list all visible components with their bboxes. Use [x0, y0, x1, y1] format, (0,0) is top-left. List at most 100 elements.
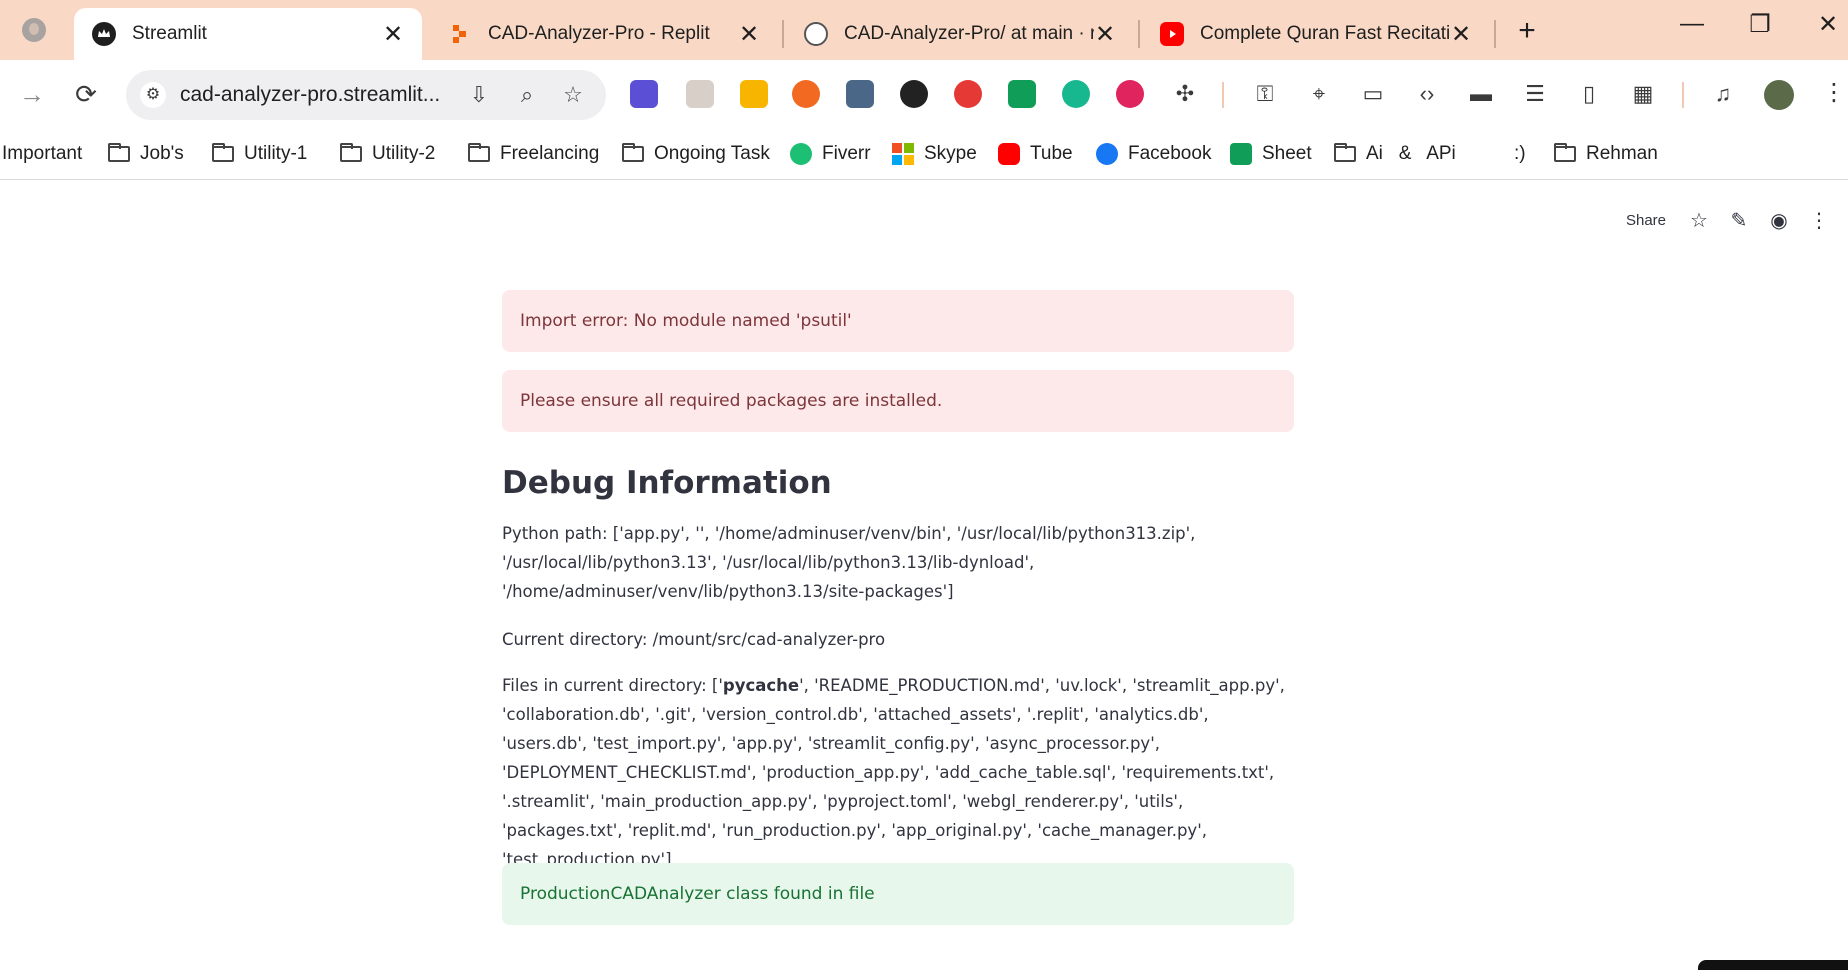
bookmark-folder-ai-api[interactable]: Ai & APi — [1334, 140, 1456, 168]
extension-icon[interactable] — [1116, 80, 1144, 108]
manage-app-bar[interactable] — [1698, 960, 1848, 970]
toolbar-separator — [1222, 82, 1224, 108]
minimize-button[interactable]: — — [1672, 10, 1712, 38]
new-tab-button[interactable]: + — [1510, 14, 1544, 48]
install-app-icon[interactable]: ⇩ — [464, 82, 494, 108]
tab-separator — [1138, 20, 1140, 48]
bookmark-folder-ongoing-task[interactable]: Ongoing Task — [622, 140, 770, 168]
bookmark-label: Important — [2, 143, 83, 164]
tab-streamlit[interactable]: Streamlit ✕ — [74, 8, 422, 60]
share-button[interactable]: Share — [1626, 212, 1666, 229]
bookmark-star-icon[interactable]: ☆ — [558, 82, 588, 108]
bookmark-label: :) — [1514, 143, 1526, 164]
star-icon[interactable]: ☆ — [1688, 208, 1710, 233]
replit-icon — [448, 22, 472, 46]
side-panel-icon[interactable]: ▦ — [1628, 80, 1658, 108]
folder-icon — [468, 143, 490, 162]
extension-icon[interactable] — [900, 80, 928, 108]
bookmark-folder-rehman[interactable]: Rehman — [1554, 140, 1658, 168]
tab-github[interactable]: CAD-Analyzer-Pro/ at main · rel ✕ — [786, 8, 1134, 60]
bookmark-smiley[interactable]: :) — [1514, 140, 1526, 168]
tab-strip: Streamlit ✕ CAD-Analyzer-Pro - Replit ✕ … — [0, 0, 1848, 60]
bookmarks-bar: Important Job's Utility-1 Utility-2 Free… — [0, 130, 1848, 180]
extensions-puzzle-icon[interactable]: ✣ — [1170, 80, 1200, 108]
close-tab-icon[interactable]: ✕ — [738, 20, 760, 49]
address-url[interactable]: cad-analyzer-pro.streamlit... — [180, 83, 440, 107]
streamlit-header: Share ☆ ✎ ◉ ⋮ — [1626, 205, 1848, 235]
facebook-icon — [1096, 143, 1118, 165]
bookmark-fiverr[interactable]: Fiverr — [790, 140, 871, 168]
reader-mode-icon[interactable]: ▯ — [1574, 80, 1604, 108]
youtube-icon — [998, 143, 1020, 165]
tab-separator — [782, 20, 784, 48]
edit-pencil-icon[interactable]: ✎ — [1728, 208, 1750, 233]
youtube-icon — [1160, 22, 1184, 46]
debug-heading: Debug Information — [502, 465, 832, 501]
close-tab-icon[interactable]: ✕ — [1094, 20, 1116, 49]
globe-icon[interactable] — [22, 18, 46, 42]
bookmark-label: Ongoing Task — [654, 143, 770, 164]
media-control-icon[interactable]: ♫ — [1708, 80, 1738, 108]
close-tab-icon[interactable]: ✕ — [382, 20, 404, 49]
alert-text: Please ensure all required packages are … — [520, 391, 943, 411]
fiverr-icon — [790, 143, 812, 165]
bookmark-folder-jobs[interactable]: Job's — [108, 140, 184, 168]
close-tab-icon[interactable]: ✕ — [1450, 20, 1472, 49]
close-window-button[interactable]: ✕ — [1808, 10, 1848, 39]
tab-title: Complete Quran Fast Recitation — [1200, 23, 1450, 44]
bookmark-label: Ai & APi — [1366, 143, 1456, 164]
bookmark-label: Sheet — [1262, 143, 1312, 164]
address-bar[interactable]: ⚙ cad-analyzer-pro.streamlit... ⇩ ⌕ ☆ — [126, 70, 606, 120]
bookmark-skype[interactable]: Skype — [892, 140, 977, 168]
bookmark-folder-utility-1[interactable]: Utility-1 — [212, 140, 307, 168]
packages-error-alert: Please ensure all required packages are … — [502, 370, 1294, 432]
current-directory-text: Current directory: /mount/src/cad-analyz… — [502, 630, 886, 649]
browser-menu-icon[interactable]: ⋮ — [1822, 78, 1846, 107]
folder-icon — [622, 143, 644, 162]
extension-icon[interactable] — [630, 80, 658, 108]
device-icon[interactable]: ▭ — [1358, 80, 1388, 108]
tab-youtube[interactable]: Complete Quran Fast Recitation ✕ — [1142, 8, 1490, 60]
app-menu-icon[interactable]: ⋮ — [1808, 208, 1830, 233]
bookmark-important[interactable]: Important — [2, 140, 82, 168]
profile-avatar[interactable] — [1764, 80, 1794, 110]
files-list-text: Files in current directory: ['pycache', … — [502, 671, 1294, 874]
reading-list-icon[interactable]: ☰ — [1520, 80, 1550, 108]
bookmark-label: Facebook — [1128, 143, 1212, 164]
extension-icon[interactable] — [1062, 80, 1090, 108]
forward-arrow-icon[interactable]: → — [12, 74, 52, 114]
restore-button[interactable]: ❐ — [1740, 10, 1780, 39]
zoom-icon[interactable]: ⌕ — [512, 82, 542, 108]
folder-icon — [1554, 143, 1576, 162]
site-settings-icon[interactable]: ⚙ — [140, 82, 166, 108]
bookmark-label: Skype — [924, 143, 977, 164]
github-icon — [804, 22, 828, 46]
bookmark-folder-utility-2[interactable]: Utility-2 — [340, 140, 435, 168]
code-icon[interactable]: ‹› — [1412, 80, 1442, 108]
tab-separator — [1494, 20, 1496, 48]
bookmark-facebook[interactable]: Facebook — [1096, 140, 1211, 168]
folder-icon — [212, 143, 234, 162]
tab-title: Streamlit — [132, 23, 207, 44]
extension-icon[interactable] — [740, 80, 768, 108]
sheets-icon — [1230, 143, 1252, 165]
extension-icon[interactable] — [954, 80, 982, 108]
toolbar-separator — [1682, 82, 1684, 108]
password-key-icon[interactable]: ⚿ — [1250, 80, 1280, 108]
folder-icon — [108, 143, 130, 162]
reload-icon[interactable]: ⟳ — [66, 74, 106, 114]
screenshot-icon[interactable]: ⌖ — [1304, 80, 1334, 108]
github-icon[interactable]: ◉ — [1768, 208, 1790, 233]
folder-icon — [1334, 143, 1356, 162]
extension-icon[interactable] — [686, 80, 714, 108]
python-path-text: Python path: ['app.py', '', '/home/admin… — [502, 524, 1196, 601]
tab-replit[interactable]: CAD-Analyzer-Pro - Replit ✕ — [430, 8, 778, 60]
bookmark-tube[interactable]: Tube — [998, 140, 1073, 168]
extension-icon[interactable] — [846, 80, 874, 108]
extension-icon[interactable] — [1008, 80, 1036, 108]
payment-card-icon[interactable]: ▬ — [1466, 80, 1496, 108]
bookmark-folder-freelancing[interactable]: Freelancing — [468, 140, 599, 168]
bookmark-sheet[interactable]: Sheet — [1230, 140, 1312, 168]
extension-icon[interactable] — [792, 80, 820, 108]
tab-title: CAD-Analyzer-Pro - Replit — [488, 23, 710, 44]
